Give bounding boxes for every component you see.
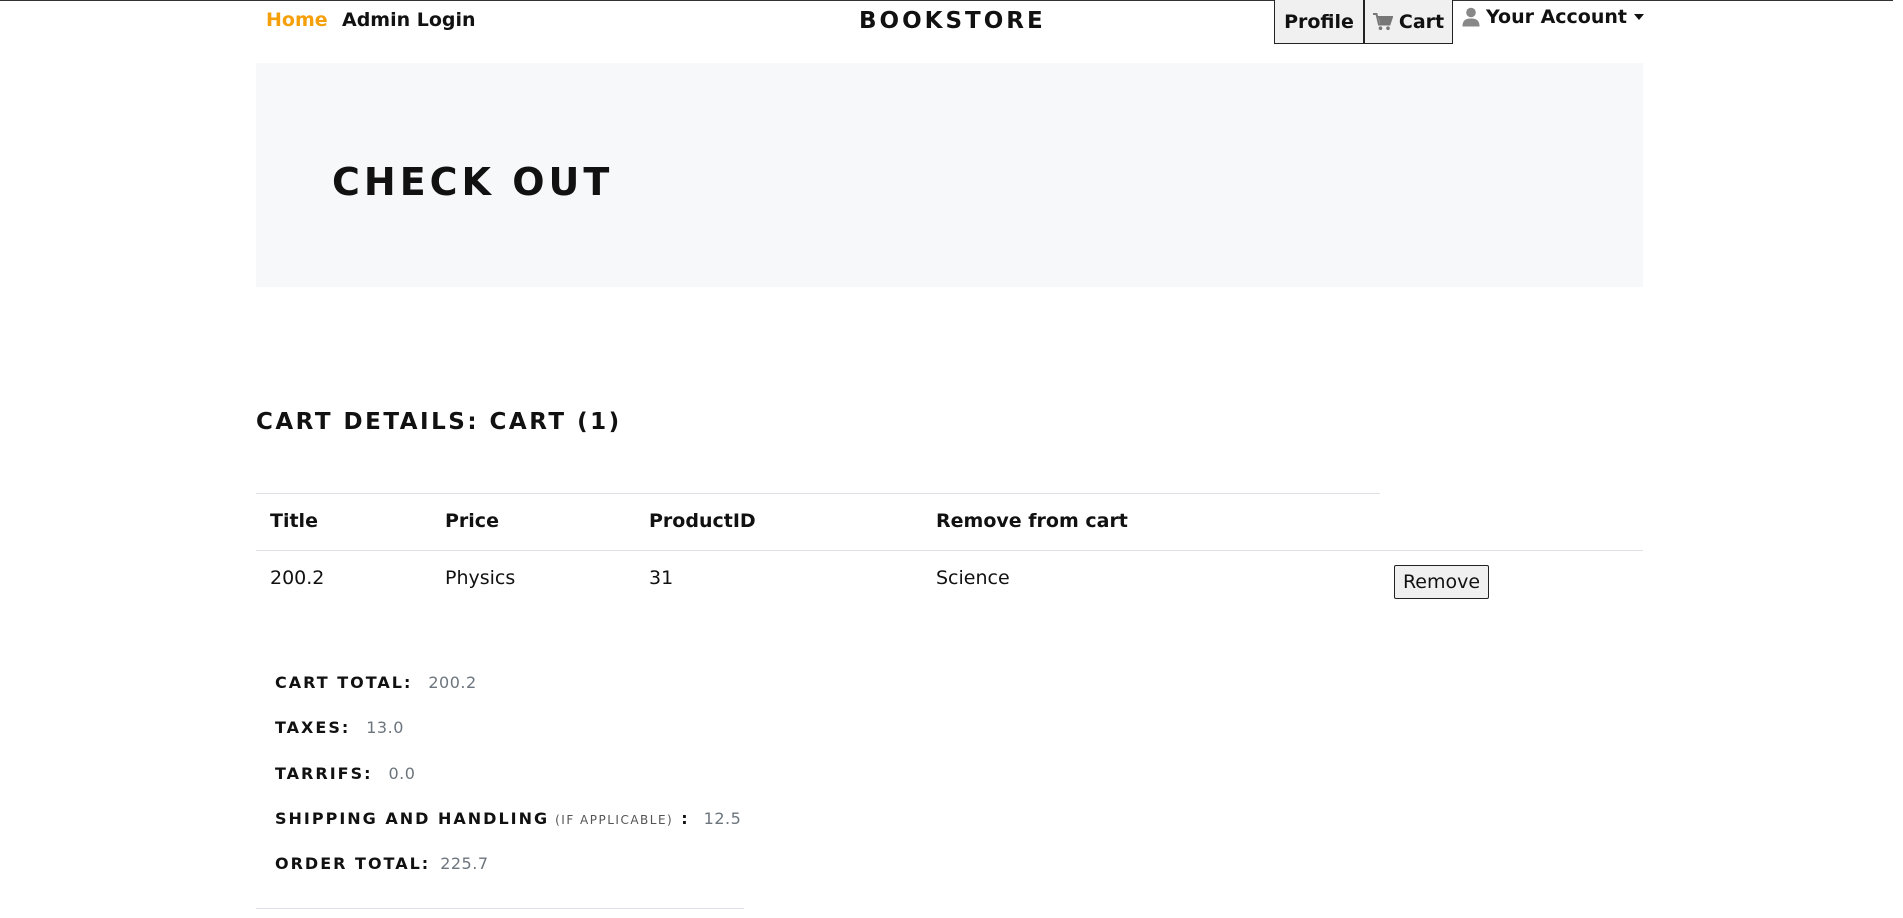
scrollbar[interactable] (1893, 0, 1903, 918)
tarrifs-row: TARRIFS: 0.0 (275, 764, 415, 783)
column-header-title: Title (270, 510, 318, 532)
column-header-price: Price (445, 510, 499, 532)
shipping-label: SHIPPING AND HANDLING (275, 809, 550, 828)
cart-total-row: CART TOTAL: 200.2 (275, 673, 477, 692)
profile-button-label: Profile (1284, 10, 1354, 33)
page-title: CHECK OUT (332, 160, 614, 204)
profile-button[interactable]: Profile (1274, 0, 1364, 44)
order-total-row: ORDER TOTAL: 225.7 (275, 854, 489, 873)
cart-total-value: 200.2 (428, 673, 477, 692)
tarrifs-label: TARRIFS: (275, 764, 373, 783)
cart-icon (1372, 12, 1393, 30)
tarrifs-value: 0.0 (388, 764, 416, 783)
cart-heading: CART DETAILS: CART (1) (256, 409, 622, 435)
table-cell: Physics (445, 567, 516, 589)
shipping-colon: : (681, 809, 688, 828)
table-cell: 31 (649, 567, 674, 589)
column-header-remove: Remove from cart (936, 510, 1128, 532)
navbar: Home Admin Login BOOKSTORE Profile Cart … (0, 0, 1903, 45)
remove-button[interactable]: Remove (1394, 565, 1489, 599)
taxes-row: TAXES: 13.0 (275, 718, 404, 737)
table-divider (256, 493, 1380, 494)
taxes-label: TAXES: (275, 718, 351, 737)
order-total-value: 225.7 (440, 854, 489, 873)
summary-divider (256, 908, 744, 909)
table-cell: 200.2 (270, 567, 325, 589)
shipping-note: (IF APPLICABLE) (555, 813, 674, 827)
table-header-divider (256, 550, 1643, 551)
cart-button-label: Cart (1398, 10, 1445, 33)
account-label: Your Account (1486, 6, 1627, 28)
cart-total-label: CART TOTAL: (275, 673, 413, 692)
column-header-productid: ProductID (649, 510, 756, 532)
user-icon (1462, 7, 1480, 27)
taxes-value: 13.0 (366, 718, 404, 737)
shipping-row: SHIPPING AND HANDLING (IF APPLICABLE) : … (275, 809, 741, 828)
caret-down-icon (1634, 14, 1644, 20)
shipping-value: 12.5 (703, 809, 742, 828)
brand-title[interactable]: BOOKSTORE (859, 8, 1046, 34)
cart-button[interactable]: Cart (1364, 0, 1453, 44)
account-dropdown[interactable]: Your Account (1462, 6, 1644, 28)
checkout-banner: CHECK OUT (256, 63, 1643, 287)
table-cell: Science (936, 567, 1010, 589)
nav-home-link[interactable]: Home (266, 9, 328, 31)
nav-admin-login-link[interactable]: Admin Login (342, 9, 476, 31)
order-total-label: ORDER TOTAL: (275, 854, 431, 873)
